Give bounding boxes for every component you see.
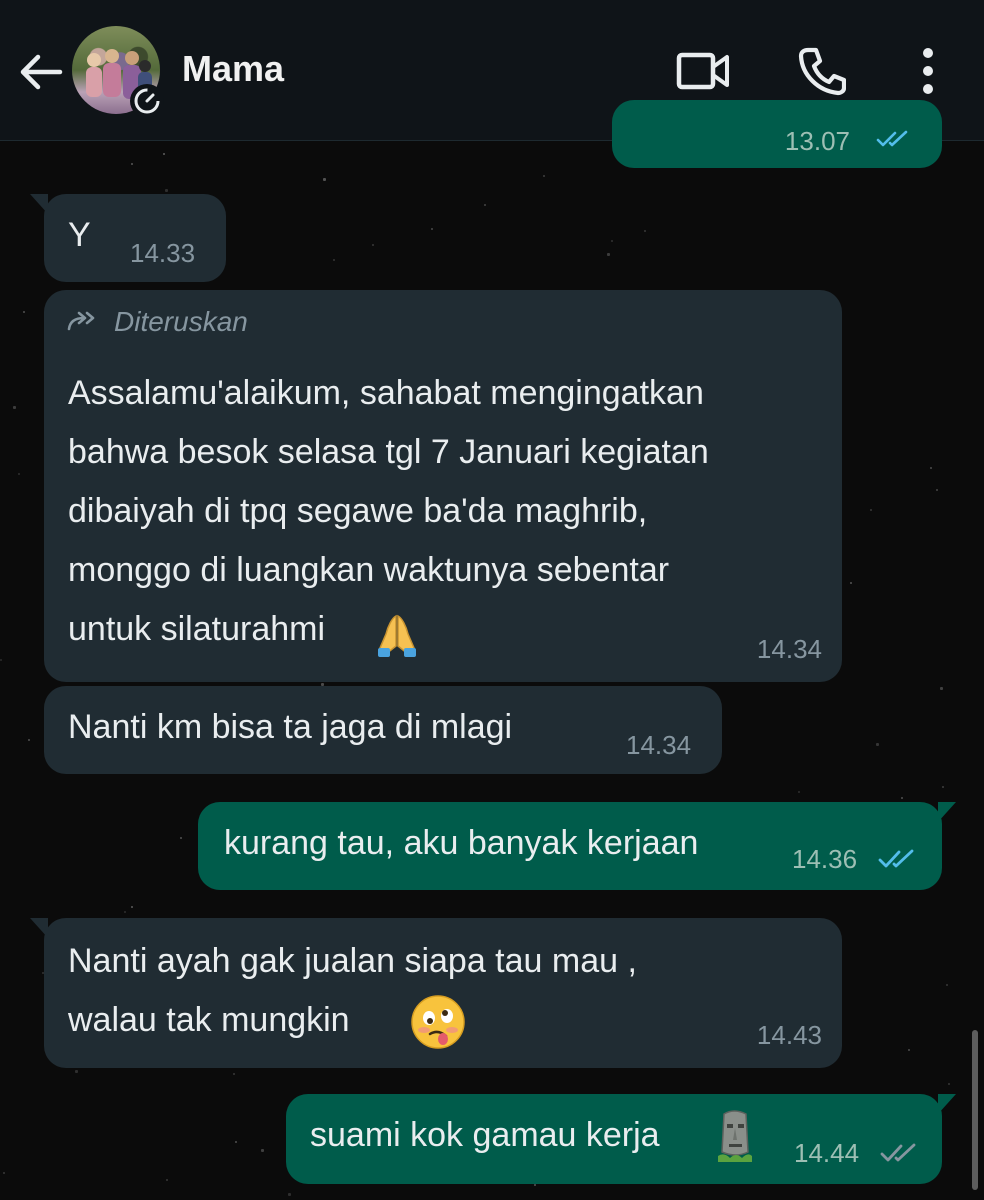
star: [484, 204, 486, 206]
scrollbar[interactable]: [972, 1030, 978, 1190]
star: [930, 467, 932, 469]
star: [165, 189, 168, 192]
more-vert-icon: [923, 48, 933, 94]
message-bubble-incoming[interactable]: Y 14.33: [30, 194, 226, 282]
message-text: kurang tau, aku banyak kerjaan: [224, 824, 699, 862]
star: [431, 228, 433, 230]
video-call-icon: [676, 52, 729, 90]
video-call-button[interactable]: [676, 50, 730, 97]
double-check-icon: [878, 849, 914, 868]
star: [798, 791, 800, 793]
message-line: bahwa besok selasa tgl 7 Januari kegiata…: [68, 433, 709, 471]
star: [333, 259, 335, 261]
star: [948, 1083, 950, 1085]
message-time: 14.44: [794, 1138, 860, 1168]
star: [288, 1193, 291, 1196]
forward-icon: [67, 311, 95, 331]
message-line: walau tak mungkin: [68, 1001, 350, 1039]
star: [607, 253, 610, 256]
star: [3, 1172, 5, 1174]
star: [261, 1149, 264, 1152]
double-check-icon: [876, 130, 908, 147]
phone-call-icon: [798, 47, 847, 96]
double-check-icon: [880, 1143, 916, 1162]
star: [75, 1070, 78, 1073]
message-text: Nanti km bisa ta jaga di mlagi: [68, 708, 513, 746]
star: [946, 984, 948, 986]
forwarded-label: Diteruskan: [66, 306, 248, 338]
star: [233, 1073, 235, 1075]
star: [13, 406, 16, 409]
star: [131, 906, 133, 908]
contact-name[interactable]: Mama: [182, 48, 284, 90]
star: [124, 911, 126, 913]
back-button[interactable]: [16, 50, 64, 94]
star: [870, 509, 872, 511]
message-time: 14.43: [756, 1020, 822, 1050]
star: [850, 582, 852, 584]
star: [901, 797, 903, 799]
star: [942, 786, 944, 788]
message-bubble-incoming[interactable]: Nanti km bisa ta jaga di mlagi 14.34: [44, 686, 722, 774]
star: [28, 739, 30, 741]
star: [940, 687, 943, 690]
message-line: Assalamu'alaikum, sahabat mengingatkan: [68, 374, 704, 412]
star: [644, 230, 646, 232]
message-bubble-outgoing[interactable]: kurang tau, aku banyak kerjaan 14.36: [198, 802, 956, 890]
message-line: dibaiyah di tpq segawe ba'da maghrib,: [68, 492, 648, 530]
star: [611, 240, 613, 242]
message-text: Y: [68, 216, 91, 254]
star: [18, 473, 20, 475]
message-time: 14.34: [626, 730, 692, 760]
star: [936, 489, 938, 491]
star: [131, 163, 133, 165]
star: [372, 244, 374, 246]
message-line: untuk silaturahmi: [68, 610, 326, 648]
woozy-face-emoji: [411, 995, 465, 1049]
message-bubble-forwarded[interactable]: Diteruskan Assalamu'alaikum, sahabat men…: [44, 290, 842, 682]
voice-call-button[interactable]: [798, 46, 847, 101]
star: [323, 178, 326, 181]
message-time: 14.33: [130, 238, 196, 268]
message-time: 14.34: [756, 634, 822, 664]
star: [876, 743, 879, 746]
timer-icon: [134, 88, 160, 114]
star: [235, 1141, 237, 1143]
message-bubble-outgoing[interactable]: suami kok gamau kerja 14.44: [286, 1094, 956, 1184]
star: [166, 1179, 168, 1181]
star: [180, 837, 182, 839]
message-line: monggo di luangkan waktunya sebentar: [68, 551, 670, 589]
star: [23, 311, 25, 313]
moai-emoji: [718, 1110, 752, 1162]
forwarded-text: Diteruskan: [114, 306, 248, 337]
star: [534, 1184, 536, 1186]
star: [163, 153, 165, 155]
folded-hands-emoji: [378, 614, 416, 657]
star: [908, 1049, 910, 1051]
star: [0, 659, 2, 661]
status-indicator: [130, 84, 164, 118]
message-line: Nanti ayah gak jualan siapa tau mau ,: [68, 942, 637, 980]
star: [543, 175, 545, 177]
message-time: 14.36: [792, 844, 858, 874]
more-options-button[interactable]: [918, 46, 938, 101]
arrow-left-icon: [20, 54, 63, 90]
message-time: 13.07: [784, 126, 850, 156]
message-text: suami kok gamau kerja: [310, 1116, 660, 1154]
message-bubble-incoming[interactable]: Nanti ayah gak jualan siapa tau mau , wa…: [30, 918, 842, 1068]
message-bubble-outgoing[interactable]: 13.07: [612, 100, 942, 168]
